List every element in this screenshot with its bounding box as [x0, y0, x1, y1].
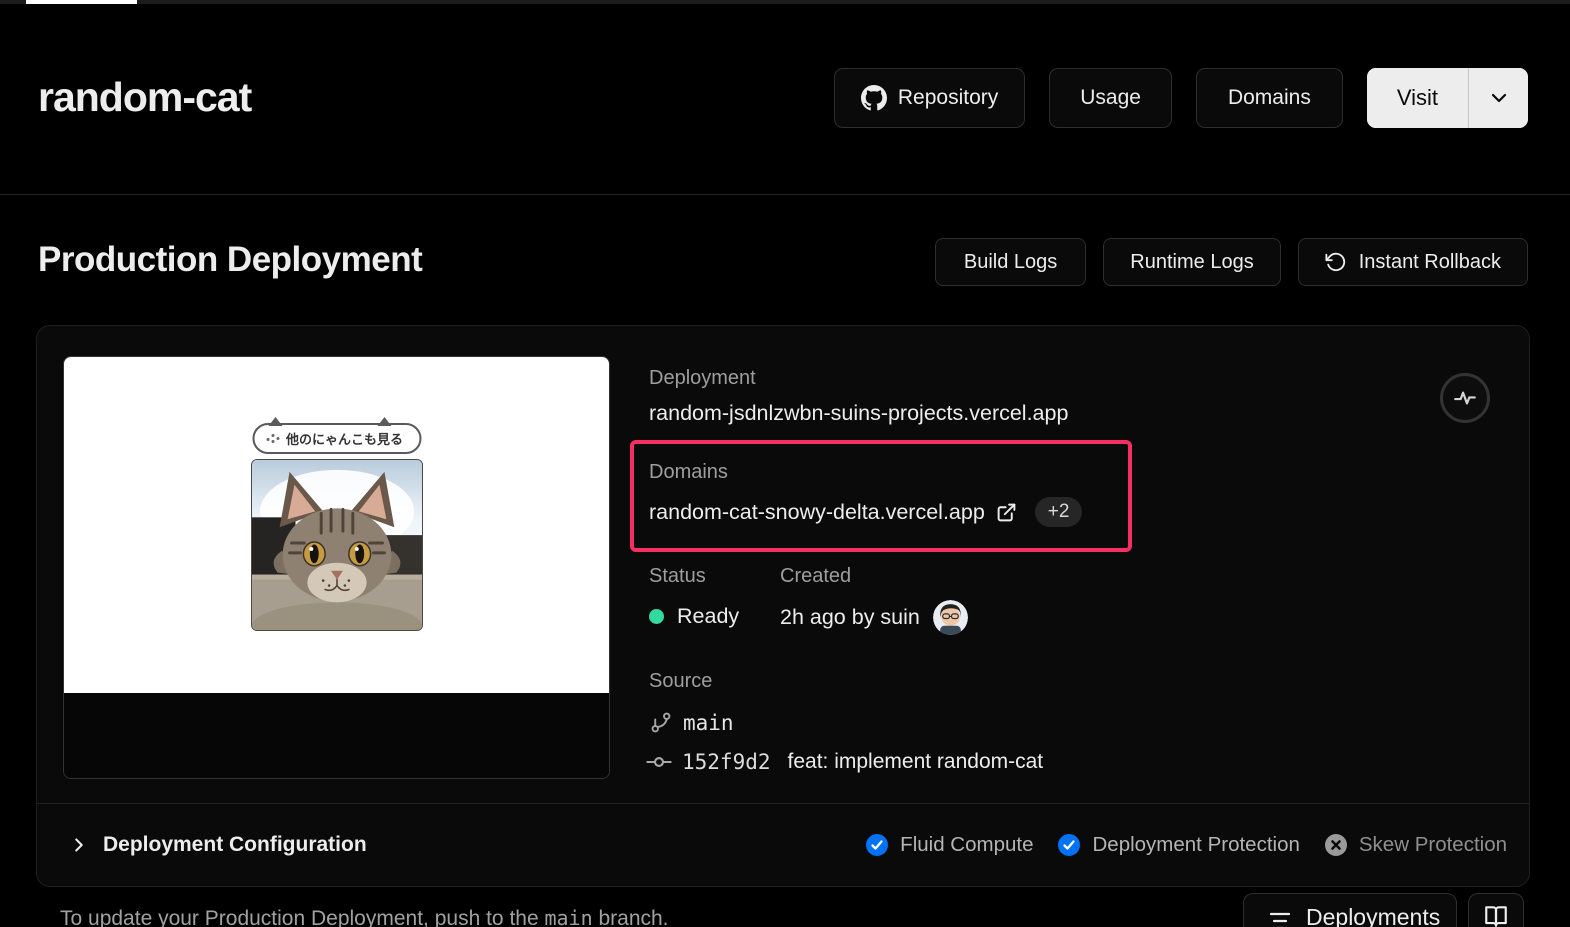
preview-speech-bubble: 他のにゃんこも見る: [251, 417, 422, 454]
hint-branch-name: main: [544, 906, 593, 927]
git-branch-icon: [649, 710, 674, 735]
activity-pulse-icon: [1452, 385, 1478, 411]
deployment-configuration-row[interactable]: Deployment Configuration Fluid Compute D…: [37, 803, 1529, 886]
book-icon: [1483, 903, 1509, 927]
rollback-icon: [1325, 251, 1347, 273]
deployment-preview[interactable]: 他のにゃんこも見る: [63, 356, 610, 779]
check-circle-icon: [865, 833, 889, 857]
created-row: 2h ago by suin: [780, 600, 968, 635]
header-actions: Repository Usage Domains Visit: [833, 68, 1528, 128]
deployment-url: random-jsdnlzwbn-suins-projects.vercel.a…: [649, 401, 1069, 425]
visit-dropdown-button[interactable]: [1468, 68, 1528, 128]
cat-photo: [251, 459, 423, 631]
repository-button[interactable]: Repository: [833, 68, 1026, 128]
hint-suffix: branch.: [592, 907, 669, 927]
usage-button-label: Usage: [1080, 86, 1141, 109]
check-circle-icon: [1057, 833, 1081, 857]
extra-domains-badge[interactable]: +2: [1034, 497, 1083, 527]
skew-protection-label: Skew Protection: [1358, 833, 1507, 856]
instant-rollback-label: Instant Rollback: [1358, 250, 1501, 273]
created-label: Created: [780, 565, 852, 587]
runtime-logs-label: Runtime Logs: [1130, 250, 1254, 273]
visit-split-button: Visit: [1366, 68, 1528, 128]
status-row: Ready: [649, 604, 739, 629]
runtime-logs-button[interactable]: Runtime Logs: [1103, 238, 1281, 286]
activity-icon-button[interactable]: [1440, 373, 1490, 423]
deployment-configuration-title: Deployment Configuration: [103, 833, 367, 856]
deployments-button-label: Deployments: [1306, 904, 1441, 927]
fluid-compute-label: Fluid Compute: [900, 833, 1034, 856]
deployments-button[interactable]: Deployments: [1243, 893, 1457, 927]
domains-button-label: Domains: [1227, 86, 1311, 109]
vercel-project-page: random-cat Repository Usage Domains Visi…: [0, 0, 1570, 927]
fluid-compute-badge[interactable]: Fluid Compute: [865, 833, 1033, 857]
hint-prefix: To update your Production Deployment, pu…: [60, 907, 545, 927]
commit-row: 152f9d2 feat: implement random-cat: [645, 748, 1043, 776]
domains-label: Domains: [649, 461, 728, 483]
usage-button[interactable]: Usage: [1049, 68, 1172, 128]
build-logs-label: Build Logs: [963, 250, 1058, 273]
status-label: Status: [649, 565, 706, 587]
x-circle-icon: [1324, 833, 1348, 857]
build-logs-button[interactable]: Build Logs: [934, 238, 1087, 286]
avatar[interactable]: [932, 600, 968, 635]
preview-bubble-text: 他のにゃんこも見る: [285, 432, 404, 447]
filter-list-icon: [1268, 908, 1292, 927]
domains-button[interactable]: Domains: [1195, 68, 1343, 128]
source-label: Source: [649, 670, 713, 692]
deployment-protection-label: Deployment Protection: [1092, 833, 1300, 856]
domain-link[interactable]: random-cat-snowy-delta.vercel.app: [649, 500, 985, 525]
deployment-label: Deployment: [649, 367, 756, 389]
git-commit-icon: [645, 748, 673, 776]
update-hint-text: To update your Production Deployment, pu…: [60, 906, 669, 927]
domains-highlight-box: Domains random-cat-snowy-delta.vercel.ap…: [630, 440, 1132, 552]
page-title: random-cat: [38, 74, 252, 120]
commit-hash: 152f9d2: [682, 750, 771, 774]
visit-button-label: Visit: [1396, 85, 1438, 110]
external-link-icon[interactable]: [996, 502, 1017, 523]
github-icon: [860, 85, 887, 111]
project-header: random-cat Repository Usage Domains Visi…: [0, 4, 1570, 195]
docs-button[interactable]: [1468, 893, 1524, 927]
status-ready-dot: [649, 609, 664, 624]
created-value: 2h ago by suin: [780, 605, 920, 629]
production-deployment-title: Production Deployment: [38, 240, 423, 279]
deployment-protection-badge[interactable]: Deployment Protection: [1057, 833, 1300, 857]
production-actions: Build Logs Runtime Logs Instant Rollback: [934, 238, 1528, 286]
branch-row: main: [649, 710, 734, 735]
visit-button[interactable]: Visit: [1366, 68, 1468, 128]
domain-row: random-cat-snowy-delta.vercel.app +2: [649, 497, 1083, 527]
branch-name: main: [683, 710, 734, 735]
pawprint-icon: [265, 438, 269, 441]
skew-protection-badge[interactable]: Skew Protection: [1324, 833, 1507, 857]
chevron-down-icon: [1487, 86, 1511, 110]
instant-rollback-button[interactable]: Instant Rollback: [1297, 238, 1528, 286]
preview-site-screenshot: 他のにゃんこも見る: [64, 357, 609, 693]
chevron-right-icon: [68, 834, 90, 856]
configuration-badges: Fluid Compute Deployment Protection Skew…: [865, 833, 1507, 857]
status-value: Ready: [677, 604, 740, 628]
repository-button-label: Repository: [897, 86, 999, 109]
commit-message: feat: implement random-cat: [787, 750, 1044, 773]
preview-dark-footer: [64, 693, 609, 778]
